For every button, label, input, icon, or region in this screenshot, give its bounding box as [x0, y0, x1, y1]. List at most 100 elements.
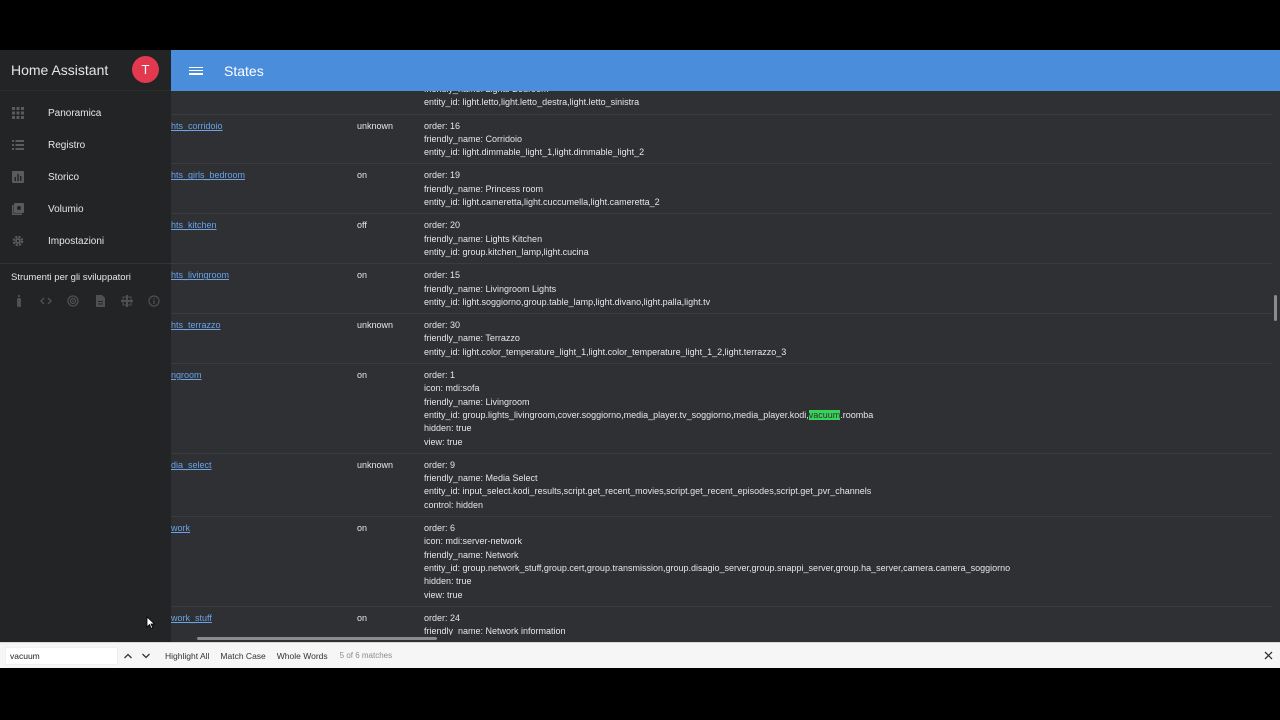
entity-cell: hts_livingroom	[171, 263, 357, 315]
table-row: friendly_name: Lights Bedroomentity_id: …	[171, 91, 1272, 115]
attribute-line: order: 16	[424, 120, 461, 131]
find-previous-button[interactable]	[120, 647, 136, 665]
avatar[interactable]: T	[132, 56, 159, 83]
attribute-line: order: 15	[424, 270, 461, 281]
state-cell: unknown	[357, 114, 424, 165]
attribute-line: order: 19	[424, 170, 461, 181]
attributes-cell: order: 6 icon: mdi:server-network friendly…	[424, 516, 1272, 607]
entity-cell: hts_girls_bedroom	[171, 163, 357, 215]
template-icon[interactable]	[120, 294, 134, 308]
attribute-line: order: 24	[424, 612, 461, 623]
chart-icon	[12, 171, 24, 183]
file-icon[interactable]	[93, 294, 107, 308]
grid-icon	[12, 107, 24, 119]
attribute-line: order: 6	[424, 523, 456, 534]
find-status: 5 of 6 matches	[339, 651, 393, 660]
entity-link[interactable]: hts_kitchen	[171, 220, 217, 230]
wifi-icon[interactable]	[66, 294, 80, 308]
entity-cell: work	[171, 516, 357, 607]
list-icon	[12, 139, 24, 151]
code-icon[interactable]	[39, 294, 53, 308]
entity-cell: hts_corridoio	[171, 114, 357, 165]
highlight-all-toggle[interactable]: Highlight All	[165, 651, 209, 661]
close-icon[interactable]	[1263, 650, 1273, 660]
entity-link[interactable]: ngroom	[171, 370, 202, 380]
attribute-line: control: hidden	[424, 499, 484, 510]
attribute-line: friendly_name: Lights Kitchen	[424, 233, 543, 244]
table-row: hts_corridoio unknown order: 16 friendly_na…	[171, 114, 1272, 165]
app-title: Home Assistant	[11, 62, 109, 78]
states-table-container: friendly_name: Lights Bedroomentity_id: …	[171, 91, 1272, 635]
attribute-line: entity_id: group.network_stuff,group.cer…	[424, 562, 1011, 573]
attribute-line: friendly_name: Livingroom Lights	[424, 283, 557, 294]
sidebar-item-label: Panoramica	[48, 107, 102, 119]
entity-cell: ngroom	[171, 363, 357, 454]
entity-cell	[171, 91, 357, 115]
page-title: States	[224, 62, 264, 79]
entity-link[interactable]: dia_select	[171, 460, 212, 470]
sidebar-item-impostazioni[interactable]: Impostazioni	[0, 225, 171, 257]
horizontal-scrollbar[interactable]	[171, 635, 1272, 642]
attribute-line: view: true	[424, 436, 463, 447]
find-bar: Highlight All Match Case Whole Words 5 o…	[0, 642, 1280, 668]
state-cell: on	[357, 263, 424, 315]
entity-cell: hts_terrazzo	[171, 313, 357, 365]
attribute-line: order: 20	[424, 220, 461, 231]
find-input[interactable]	[5, 646, 118, 665]
state-cell: off	[357, 213, 424, 265]
sidebar: Home Assistant T Panoramica Registro Sto…	[0, 50, 171, 642]
entity-link[interactable]: hts_terrazzo	[171, 320, 221, 330]
state-cell: unknown	[357, 453, 424, 518]
remote-icon[interactable]	[12, 294, 26, 308]
attribute-line: entity_id: light.cameretta,light.cuccume…	[424, 197, 660, 208]
state-cell	[357, 91, 424, 115]
attribute-line: hidden: true	[424, 423, 472, 434]
entity-link[interactable]: hts_livingroom	[171, 270, 229, 280]
sidebar-header: Home Assistant T	[0, 50, 171, 91]
media-icon	[12, 203, 24, 215]
attribute-line: icon: mdi:server-network	[424, 536, 523, 547]
table-row: hts_livingroom on order: 15 friendly_name: …	[171, 263, 1272, 315]
attribute-line: entity_id: light.color_temperature_light…	[424, 346, 787, 357]
attributes-cell: order: 24 friendly_name: Network informat…	[424, 606, 1272, 635]
table-row: hts_kitchen off order: 20 friendly_name: Li…	[171, 213, 1272, 265]
sidebar-item-panoramica[interactable]: Panoramica	[0, 97, 171, 129]
scrollbar-thumb[interactable]	[197, 637, 437, 640]
attribute-line: friendly_name: Network information	[424, 626, 566, 635]
entity-link[interactable]: hts_corridoio	[171, 121, 223, 131]
gear-icon	[12, 235, 24, 247]
state-cell: on	[357, 606, 424, 635]
match-case-toggle[interactable]: Match Case	[220, 651, 265, 661]
find-next-button[interactable]	[138, 647, 154, 665]
sidebar-item-registro[interactable]: Registro	[0, 129, 171, 161]
states-table: friendly_name: Lights Bedroomentity_id: …	[171, 91, 1272, 635]
sidebar-item-storico[interactable]: Storico	[0, 161, 171, 193]
state-cell: on	[357, 516, 424, 607]
entity-cell: work_stuff	[171, 606, 357, 635]
attributes-cell: order: 1 icon: mdi:sofa friendly_name: Liv…	[424, 363, 1272, 454]
whole-words-toggle[interactable]: Whole Words	[277, 651, 328, 661]
attribute-line: friendly_name: Media Select	[424, 473, 538, 484]
attribute-line: order: 9	[424, 459, 456, 470]
state-cell: on	[357, 163, 424, 215]
entity-link[interactable]: work_stuff	[171, 613, 212, 623]
table-row: work_stuff on order: 24 friendly_name: Netw…	[171, 606, 1272, 635]
entity-link[interactable]: hts_girls_bedroom	[171, 170, 245, 180]
attribute-line: entity_id: light.soggiorno,group.table_l…	[424, 296, 711, 307]
search-match-highlight: vacuum	[808, 409, 841, 420]
vertical-scrollbar[interactable]	[1272, 91, 1280, 637]
sidebar-item-label: Storico	[48, 171, 80, 183]
sidebar-item-volumio[interactable]: Volumio	[0, 193, 171, 225]
table-row: hts_terrazzo unknown order: 30 friendly_nam…	[171, 313, 1272, 365]
state-cell: unknown	[357, 313, 424, 365]
entity-link[interactable]: work	[171, 523, 190, 533]
state-cell: on	[357, 363, 424, 454]
menu-icon[interactable]	[189, 64, 203, 78]
attribute-line: friendly_name: Network	[424, 549, 519, 560]
scrollbar-thumb[interactable]	[1274, 295, 1277, 321]
attribute-line: entity_id: light.letto,light.letto_destr…	[424, 97, 640, 108]
attribute-line: entity_id: group.lights_livingroom,cover…	[424, 409, 874, 420]
attribute-line: entity_id: group.kitchen_lamp,light.cuci…	[424, 246, 589, 257]
info-icon[interactable]	[147, 294, 161, 308]
attributes-cell: order: 30 friendly_name: Terrazzo entity_i…	[424, 313, 1272, 365]
